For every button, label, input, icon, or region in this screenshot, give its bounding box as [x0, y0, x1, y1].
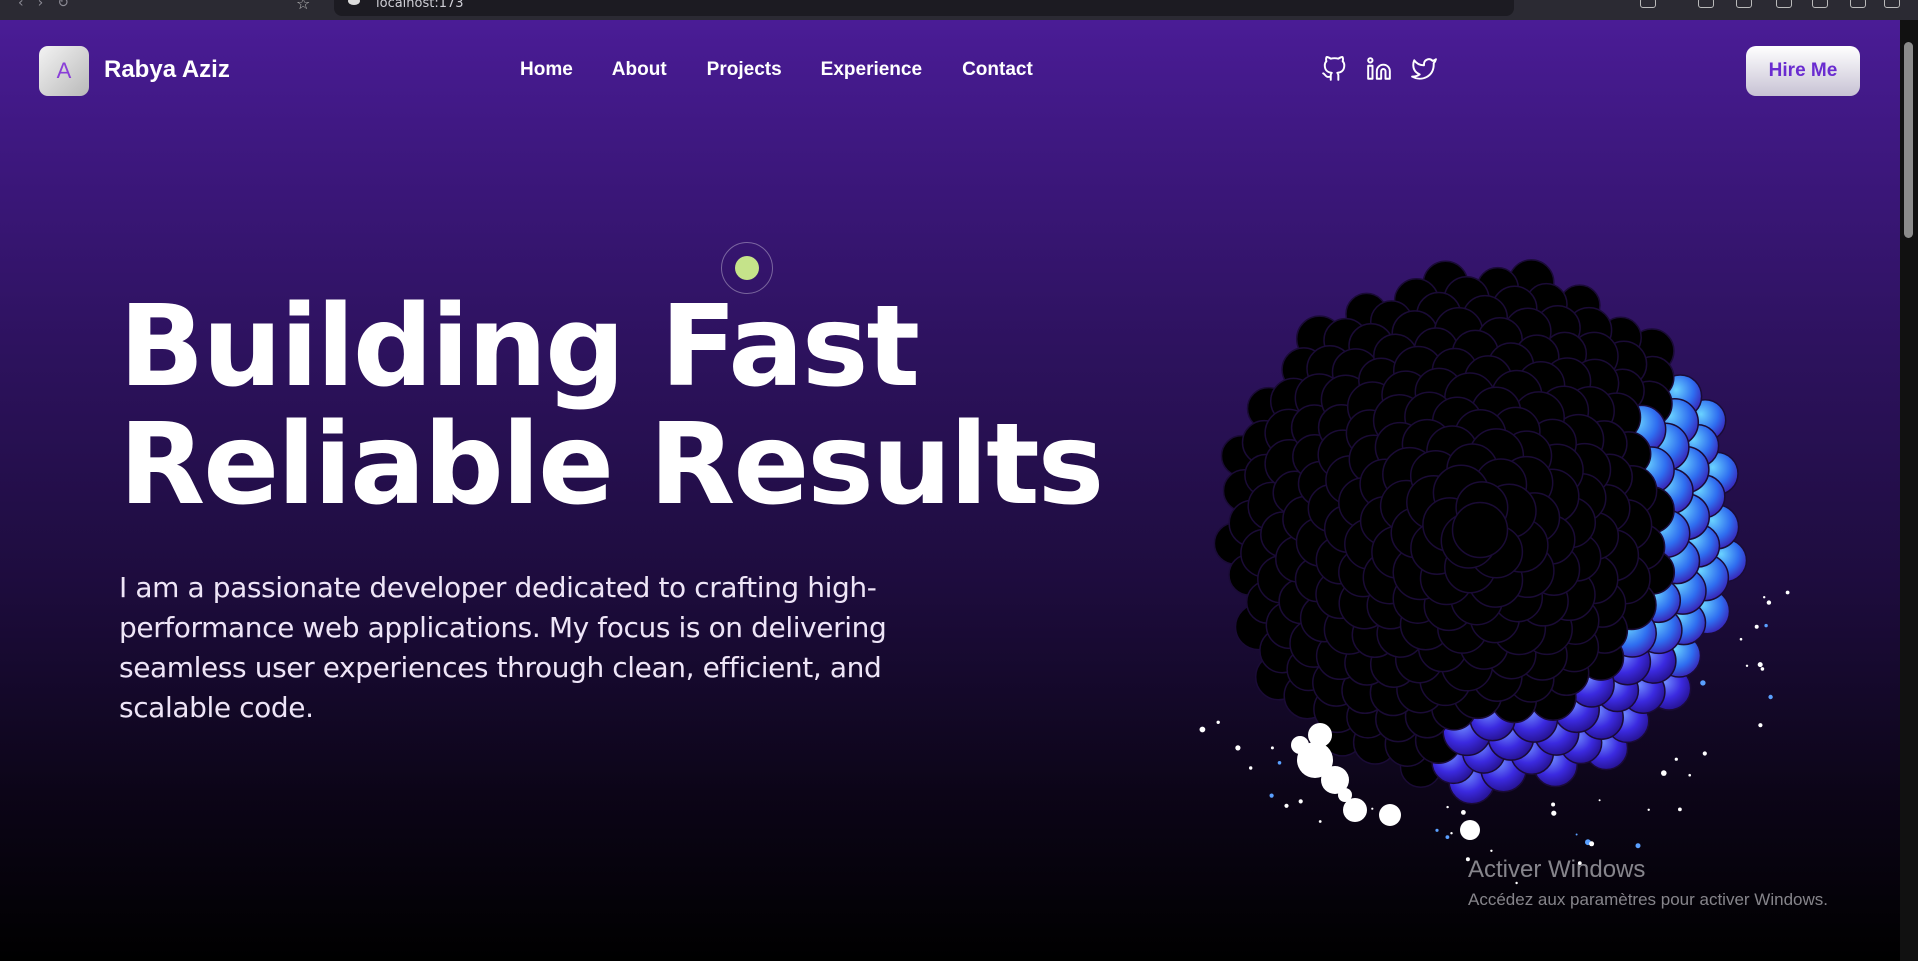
toolbar-icon-3[interactable] [1736, 0, 1752, 8]
page-scrollbar[interactable] [1900, 20, 1918, 961]
white-particle [1338, 788, 1352, 802]
white-particle [1379, 804, 1401, 826]
hire-me-button[interactable]: Hire Me [1746, 46, 1860, 96]
bookmark-icon[interactable]: ☆ [296, 0, 310, 13]
hero-description: I am a passionate developer dedicated to… [119, 571, 887, 724]
github-icon[interactable] [1320, 55, 1348, 83]
dust-particle [1661, 770, 1667, 776]
logo[interactable]: A [39, 46, 89, 96]
browser-nav-buttons: ‹ › ↻ [18, 0, 69, 14]
nav-projects[interactable]: Projects [707, 59, 782, 81]
dust-particle [1757, 662, 1763, 668]
dust-particle [1318, 820, 1322, 823]
address-bar[interactable]: localhost:173 [334, 0, 1514, 16]
toolbar-icon-6[interactable] [1850, 0, 1866, 8]
sphere-balls [1199, 259, 1790, 885]
dust-particle [1269, 793, 1274, 798]
dust-particle [1678, 807, 1682, 812]
dust-particle [1688, 773, 1691, 777]
dust-particle [1700, 680, 1706, 686]
dust-particle [1435, 828, 1439, 832]
portfolio-page: A Rabya Aziz Home About Projects Experie… [0, 20, 1900, 961]
particle-sphere-graphic [1199, 259, 1790, 885]
menu-icon[interactable] [1884, 0, 1900, 8]
hero-title-line-2: Reliable Results [119, 400, 1104, 530]
dust-particle [1760, 667, 1765, 671]
sphere-particle [1451, 501, 1509, 559]
toolbar-icon-1[interactable] [1640, 0, 1656, 8]
dust-particle [1461, 810, 1466, 815]
dust-particle [1216, 720, 1220, 724]
dust-particle [1754, 624, 1759, 629]
white-particle [1460, 820, 1480, 840]
watermark-subtitle: Accédez aux paramètres pour activer Wind… [1468, 890, 1828, 909]
dust-particle [1450, 832, 1453, 835]
dust-particle [1235, 745, 1241, 751]
site-info-icon[interactable] [348, 0, 360, 5]
dust-particle [1647, 808, 1650, 811]
accent-dot [735, 256, 759, 280]
dust-particle [1635, 843, 1641, 849]
dust-particle [1551, 810, 1557, 816]
dust-particle [1763, 596, 1766, 599]
hero-title-line-1: Building Fast [119, 282, 920, 412]
hero-title: Building Fast Reliable Results [119, 282, 1104, 530]
linkedin-icon[interactable] [1365, 55, 1393, 83]
nav-contact[interactable]: Contact [962, 59, 1033, 81]
dust-particle [1758, 723, 1763, 728]
dust-particle [1739, 637, 1743, 641]
brand-name[interactable]: Rabya Aziz [104, 56, 230, 84]
white-particle [1308, 723, 1332, 747]
dust-particle [1768, 694, 1773, 700]
dust-particle [1270, 746, 1274, 750]
watermark-title: Activer Windows [1468, 856, 1646, 883]
windows-activation-watermark: Activer Windows Accédez aux paramètres p… [1468, 856, 1828, 910]
scrollbar-thumb[interactable] [1904, 42, 1913, 238]
social-links [1320, 55, 1438, 83]
dust-particle [1298, 799, 1303, 804]
dust-particle [1785, 590, 1790, 595]
dust-particle [1445, 835, 1450, 839]
dust-particle [1490, 849, 1493, 852]
dust-particle [1589, 841, 1595, 847]
dust-particle [1674, 757, 1678, 761]
dust-particle [1766, 600, 1772, 605]
twitter-icon[interactable] [1410, 55, 1438, 83]
main-nav: Home About Projects Experience Contact [520, 59, 1033, 81]
reload-icon[interactable]: ↻ [57, 0, 69, 14]
toolbar-icon-2[interactable] [1698, 0, 1714, 8]
dust-particle [1745, 664, 1749, 667]
dust-particle [1446, 805, 1449, 809]
toolbar-icon-4[interactable] [1776, 0, 1792, 8]
dust-particle [1764, 623, 1768, 628]
dust-particle [1199, 726, 1206, 733]
site-header: A Rabya Aziz Home About Projects Experie… [0, 20, 1900, 124]
back-icon[interactable]: ‹ [18, 0, 24, 14]
browser-toolbar: ‹ › ↻ ☆ localhost:173 [0, 0, 1918, 20]
dust-particle [1371, 807, 1374, 810]
white-particle [1291, 736, 1309, 754]
forward-icon[interactable]: › [38, 0, 44, 14]
nav-home[interactable]: Home [520, 59, 573, 81]
nav-about[interactable]: About [612, 59, 667, 81]
dust-particle [1702, 751, 1707, 756]
toolbar-icon-5[interactable] [1812, 0, 1828, 8]
nav-experience[interactable]: Experience [821, 59, 922, 81]
dust-particle [1551, 802, 1556, 807]
dust-particle [1575, 833, 1578, 836]
dust-particle [1277, 761, 1282, 765]
dust-particle [1284, 803, 1289, 808]
dust-particle [1249, 766, 1253, 770]
dust-particle [1598, 799, 1601, 802]
url-text[interactable]: localhost:173 [376, 0, 464, 11]
logo-letter: A [56, 58, 72, 83]
